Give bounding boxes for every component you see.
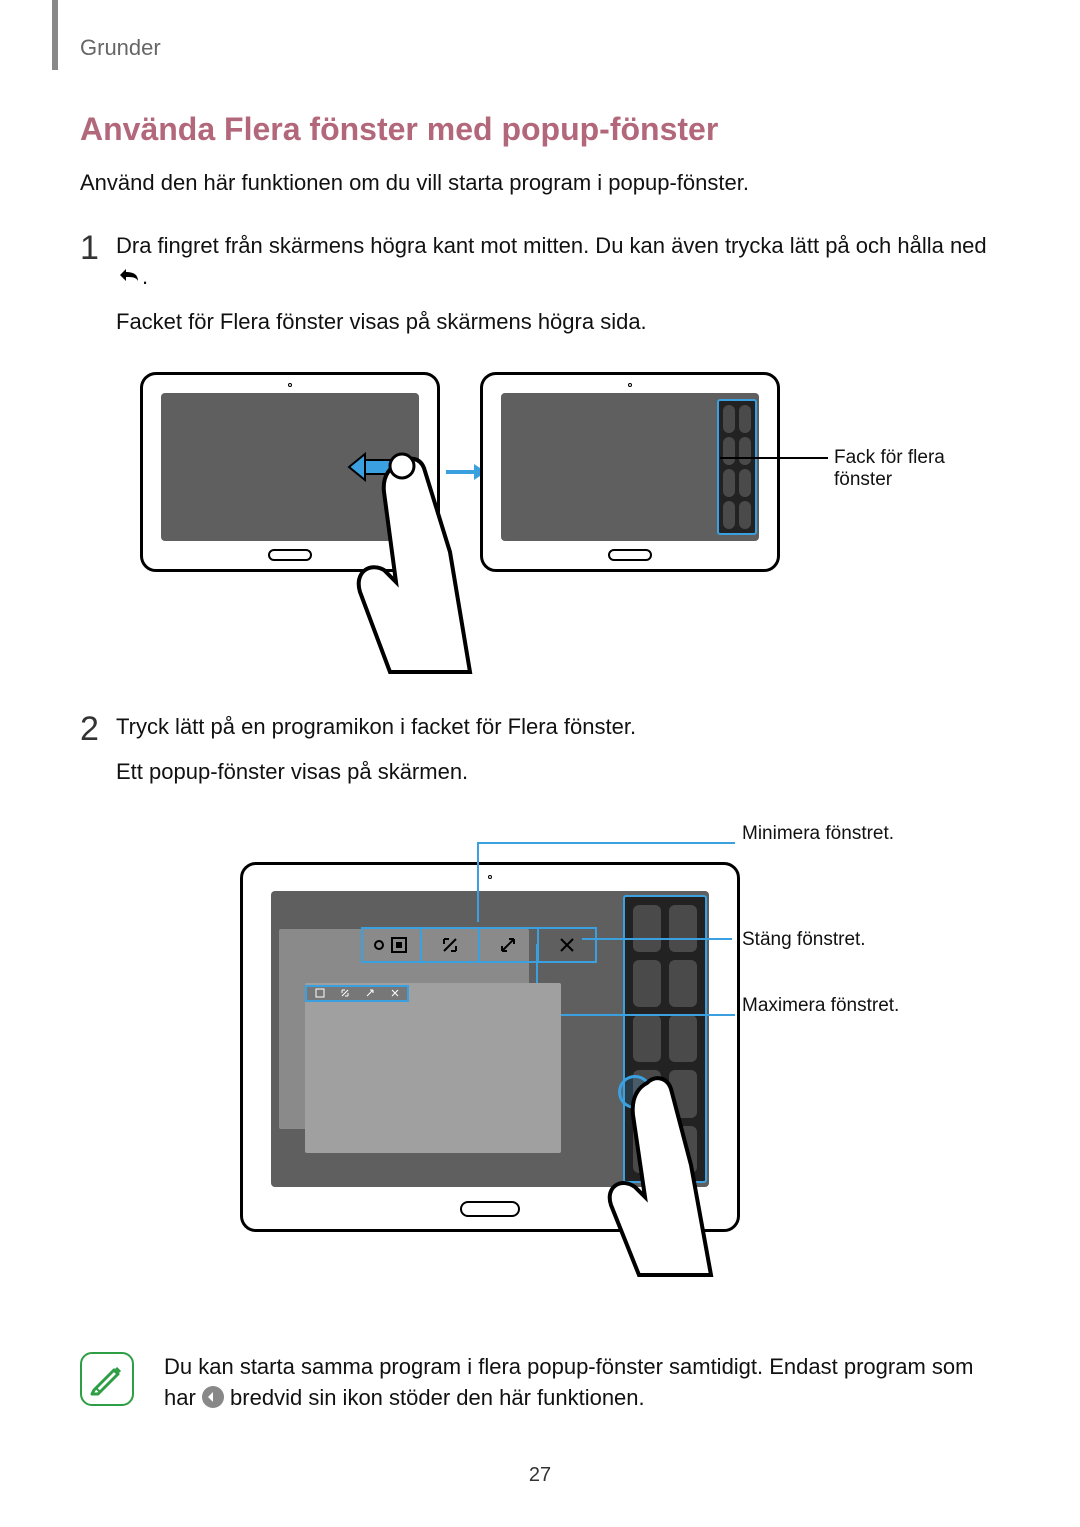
drag-handle-icon bbox=[361, 927, 422, 963]
minimize-callout: Minimera fönstret. bbox=[742, 822, 894, 846]
step-2-line-2: Ett popup-fönster visas på skärmen. bbox=[116, 757, 1000, 788]
intro-text: Använd den här funktionen om du vill sta… bbox=[80, 170, 1000, 196]
note-block: Du kan starta samma program i flera popu… bbox=[80, 1352, 1000, 1414]
step-2-line-1: Tryck lätt på en programikon i facket fö… bbox=[116, 712, 1000, 743]
step-2-number: 2 bbox=[80, 712, 116, 746]
callout-line bbox=[720, 457, 828, 459]
multi-window-tray bbox=[717, 399, 757, 535]
step-1: 1 Dra fingret från skärmens högra kant m… bbox=[80, 231, 1000, 352]
tray-callout: Fack för flera fönster bbox=[834, 447, 960, 491]
tablet-popup bbox=[240, 862, 740, 1232]
page-header: Grunder bbox=[80, 35, 1000, 61]
drag-icon bbox=[307, 987, 332, 1000]
illustration-2: Minimera fönstret. Stäng fönstret. Maxim… bbox=[80, 822, 1000, 1322]
step-1-line-2: Facket för Flera fönster visas på skärme… bbox=[116, 307, 1000, 338]
maximize-callout: Maximera fönstret. bbox=[742, 994, 899, 1018]
popup-window-front bbox=[305, 983, 561, 1153]
maximize-icon bbox=[480, 927, 539, 963]
back-icon bbox=[116, 263, 142, 294]
popup-big-toolbar bbox=[361, 927, 597, 963]
step-1-line-1: Dra fingret från skärmens högra kant mot… bbox=[116, 231, 1000, 293]
callout-line bbox=[582, 938, 732, 940]
popup-support-badge-icon bbox=[202, 1386, 224, 1408]
callout-line bbox=[536, 1014, 735, 1016]
callout-line bbox=[477, 842, 735, 844]
minimize-icon bbox=[332, 987, 357, 1000]
popup-mini-toolbar bbox=[305, 985, 409, 1002]
close-callout: Stäng fönstret. bbox=[742, 928, 866, 952]
tablet-after bbox=[480, 372, 780, 572]
illustration-1: Fack för flera fönster bbox=[80, 372, 1000, 692]
note-icon bbox=[80, 1352, 134, 1406]
margin-tab bbox=[52, 0, 58, 70]
page-number: 27 bbox=[0, 1464, 1080, 1487]
close-icon bbox=[539, 927, 598, 963]
step-2: 2 Tryck lätt på en programikon i facket … bbox=[80, 712, 1000, 802]
swipe-arrow-icon bbox=[347, 450, 401, 484]
note-text: Du kan starta samma program i flera popu… bbox=[164, 1352, 1000, 1414]
minimize-icon bbox=[422, 927, 481, 963]
tap-indicator bbox=[618, 1075, 652, 1109]
step-1-number: 1 bbox=[80, 231, 116, 265]
section-title: Använda Flera fönster med popup-fönster bbox=[80, 111, 1000, 148]
maximize-icon bbox=[357, 987, 382, 1000]
close-icon bbox=[382, 987, 407, 1000]
callout-line bbox=[477, 844, 479, 922]
